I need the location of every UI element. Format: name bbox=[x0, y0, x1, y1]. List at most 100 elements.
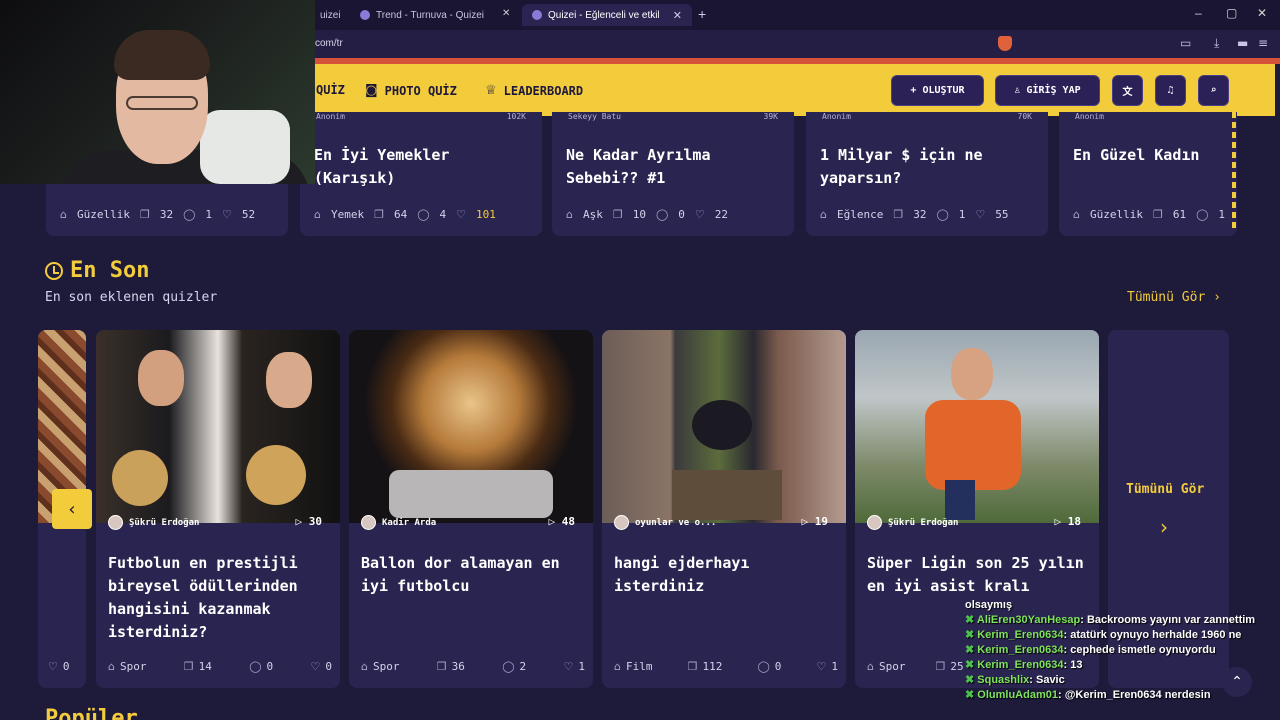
questions-icon: ❐ bbox=[935, 660, 946, 673]
avatar bbox=[108, 515, 123, 530]
chat-message: ✖ Kerim_Eren0634: atatürk oynuyo herhald… bbox=[965, 629, 1242, 641]
chat-text: cephede ismetle oynuyordu bbox=[1070, 644, 1216, 656]
quiz-card[interactable]: Anonim En Güzel Kadın ⌂ Güzellik ❐ 61 ◯ 1 bbox=[1059, 112, 1237, 236]
badge-icon: ✖ bbox=[965, 629, 978, 641]
questions-icon: ❐ bbox=[436, 660, 447, 673]
author: Şükrü Erdoğan bbox=[867, 515, 958, 530]
quiz-thumbnail bbox=[96, 330, 340, 523]
extension-icon[interactable]: ▬ bbox=[1237, 36, 1248, 50]
like-count: 0 bbox=[62, 660, 70, 673]
like-count: 22 bbox=[714, 208, 729, 221]
language-button[interactable]: 文 bbox=[1112, 75, 1143, 106]
bell-icon: ♫ bbox=[1167, 85, 1174, 96]
quiz-card[interactable]: oyunlar ve o... ▷ 19 hangi ejderhayı ist… bbox=[602, 330, 846, 688]
notifications-button[interactable]: ♫ bbox=[1155, 75, 1186, 106]
see-all-link[interactable]: Tümünü Gör › bbox=[1127, 290, 1221, 305]
category: Film bbox=[625, 660, 653, 673]
card-meta: Anonim bbox=[1075, 112, 1221, 122]
category: Spor bbox=[878, 660, 906, 673]
category: Güzellik bbox=[76, 208, 130, 221]
like-count: 55 bbox=[995, 208, 1009, 221]
heart-icon: ♡ bbox=[694, 208, 705, 221]
chat-user: Kerim_Eren0634 bbox=[977, 659, 1064, 671]
card-title: Ballon dor alamayan en iyi futbolcu bbox=[361, 554, 560, 595]
author: oyunlar ve o... bbox=[614, 515, 716, 530]
badge-icon: ✖ bbox=[965, 689, 978, 701]
tag-icon: ⌂ bbox=[361, 660, 368, 673]
card-title: hangi ejderhayı isterdiniz bbox=[614, 554, 750, 595]
nav-leaderboard[interactable]: ♕ LEADERBOARD bbox=[485, 83, 583, 98]
user-icon: ♙ bbox=[1014, 85, 1021, 96]
like-count: 1 bbox=[831, 660, 838, 673]
chat-message: ✖ Kerim_Eren0634: cephede ismetle oynuyo… bbox=[965, 644, 1216, 656]
search-button[interactable]: ⌕ bbox=[1198, 75, 1229, 106]
chat-user: OlumluAdam01 bbox=[977, 689, 1058, 701]
chat-user: Kerim_Eren0634 bbox=[977, 629, 1064, 641]
chat-message: olsaymış bbox=[965, 598, 1280, 613]
download-icon[interactable]: ⤓ bbox=[1214, 36, 1219, 51]
quiz-card[interactable]: Şükrü Erdoğan ▷ 30 Futbolun en prestijli… bbox=[96, 330, 340, 688]
selection-dashed-border bbox=[1232, 112, 1236, 232]
questions-icon: ❐ bbox=[893, 208, 904, 221]
like-count: 52 bbox=[241, 208, 256, 221]
comment-icon: ◯ bbox=[502, 660, 515, 673]
questions-icon: ❐ bbox=[374, 208, 384, 221]
close-tab-icon[interactable]: ✕ bbox=[673, 9, 682, 22]
login-button[interactable]: ♙ GİRİŞ YAP bbox=[995, 75, 1100, 106]
author: Şükrü Erdoğan bbox=[108, 515, 199, 530]
login-label: GİRİŞ YAP bbox=[1026, 85, 1081, 96]
brave-shield-icon[interactable] bbox=[998, 36, 1012, 51]
minimize-icon[interactable]: – bbox=[1195, 6, 1202, 20]
category: Aşk bbox=[582, 208, 603, 221]
comment-count: 1 bbox=[1218, 208, 1226, 221]
close-tab-icon[interactable]: ✕ bbox=[502, 8, 510, 19]
author-name: oyunlar ve o... bbox=[635, 517, 717, 528]
url-field[interactable]: com/tr bbox=[315, 38, 343, 49]
browser-tab[interactable]: uizei bbox=[310, 4, 350, 26]
chat-user: Kerim_Eren0634 bbox=[977, 644, 1064, 656]
favicon-icon bbox=[532, 10, 542, 20]
comment-icon: ◯ bbox=[417, 208, 430, 221]
quiz-thumbnail bbox=[855, 330, 1099, 523]
question-count: 32 bbox=[913, 208, 927, 221]
quiz-thumbnail bbox=[602, 330, 846, 523]
new-tab-button[interactable]: + bbox=[698, 6, 706, 22]
browser-tab[interactable]: Trend - Turnuva - Quizei bbox=[350, 4, 515, 26]
category: Yemek bbox=[330, 208, 365, 221]
tag-icon: ⌂ bbox=[867, 660, 874, 673]
nav-photo-quiz[interactable]: ◙ PHOTO QUİZ bbox=[365, 83, 457, 98]
chat-text: Savic bbox=[1035, 674, 1065, 686]
heart-icon: ♡ bbox=[456, 208, 467, 221]
next-section-title: Popüler bbox=[45, 706, 138, 720]
category: Spor bbox=[119, 660, 147, 673]
quiz-card[interactable]: Kadir Arda ▷ 48 Ballon dor alamayan en i… bbox=[349, 330, 593, 688]
quiz-card[interactable]: Anonim 70K 1 Milyar $ için ne yaparsın? ⌂… bbox=[806, 112, 1048, 236]
quiz-card[interactable]: Sekeyy Batu 39K Ne Kadar Ayrılma Sebebi??… bbox=[552, 112, 794, 236]
tag-icon: ⌂ bbox=[566, 208, 573, 221]
scroll-top-button[interactable]: ⌃ bbox=[1222, 667, 1252, 697]
comment-icon: ◯ bbox=[936, 208, 949, 221]
comment-count: 2 bbox=[519, 660, 527, 673]
maximize-icon[interactable]: ▢ bbox=[1226, 6, 1237, 20]
heart-icon: ♡ bbox=[975, 208, 986, 221]
chat-user: Squashlix bbox=[977, 674, 1030, 686]
comment-count: 1 bbox=[205, 208, 213, 221]
carousel-prev-button[interactable]: ‹ bbox=[52, 489, 92, 529]
author: Anonim bbox=[1075, 112, 1104, 121]
sidebar-icon[interactable]: ▭ bbox=[1180, 36, 1191, 50]
badge-icon: ✖ bbox=[965, 614, 977, 626]
browser-tab-active[interactable]: Quizei - Eğlenceli ve etkileşimli q ✕ bbox=[522, 4, 692, 26]
card-meta: Anonim 70K bbox=[822, 112, 1032, 122]
comment-count: 0 bbox=[266, 660, 274, 673]
comment-icon: ◯ bbox=[249, 660, 262, 673]
badge-icon: ✖ bbox=[965, 644, 978, 656]
author: Sekeyy Batu bbox=[568, 112, 621, 121]
close-window-icon[interactable]: ✕ bbox=[1257, 6, 1267, 20]
create-button[interactable]: + OLUŞTUR bbox=[891, 75, 984, 106]
favicon-icon bbox=[360, 10, 370, 20]
nav-quiz[interactable]: QUİZ bbox=[316, 83, 345, 97]
section-title: En Son bbox=[70, 258, 150, 283]
quiz-card[interactable]: Anonim 102K En İyi Yemekler (Karışık) ⌂ Ye… bbox=[300, 112, 542, 236]
questions-icon: ❐ bbox=[1152, 208, 1163, 221]
menu-icon[interactable]: ≡ bbox=[1258, 36, 1268, 50]
